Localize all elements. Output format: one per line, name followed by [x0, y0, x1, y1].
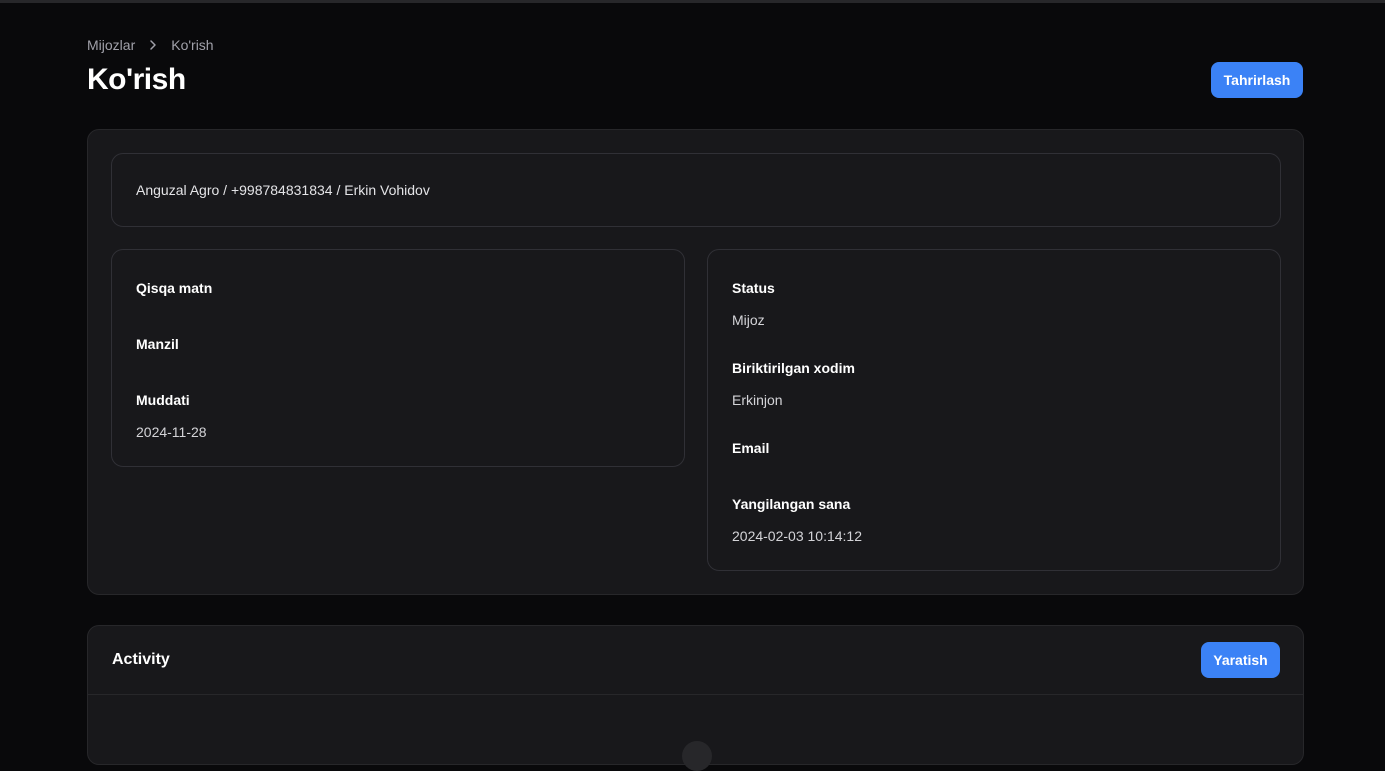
field-value — [136, 366, 179, 386]
field-value — [136, 310, 212, 330]
breadcrumb: Mijozlar Ko'rish — [87, 36, 214, 54]
field-label: Muddati — [136, 392, 190, 408]
field-label: Qisqa matn — [136, 280, 213, 296]
right-info-panel: Status Mijoz Biriktirilgan xodim Erkinjo… — [707, 249, 1281, 571]
left-info-panel: Qisqa matn Manzil Muddati 2024-11-28 — [111, 249, 685, 467]
edit-button[interactable]: Tahrirlash — [1211, 62, 1303, 98]
field-manzil: Manzil — [136, 334, 179, 386]
field-label: Status — [732, 280, 775, 296]
field-value: 2024-02-03 10:14:12 — [732, 528, 862, 544]
activity-card: Activity Yaratish — [87, 625, 1304, 771]
summary-text: Anguzal Agro / +998784831834 / Erkin Voh… — [136, 182, 430, 198]
field-biriktirilgan-xodim: Biriktirilgan xodim Erkinjon — [732, 358, 855, 410]
field-email: Email — [732, 438, 769, 490]
details-card: Anguzal Agro / +998784831834 / Erkin Voh… — [87, 129, 1304, 595]
field-value: 2024-11-28 — [136, 424, 207, 440]
field-status: Status Mijoz — [732, 278, 775, 330]
create-button[interactable]: Yaratish — [1201, 642, 1280, 678]
field-value — [732, 470, 769, 490]
activity-title: Activity — [112, 651, 170, 668]
summary-box: Anguzal Agro / +998784831834 / Erkin Voh… — [111, 153, 1281, 227]
activity-header: Activity Yaratish — [88, 626, 1303, 695]
field-label: Biriktirilgan xodim — [732, 360, 855, 376]
field-label: Manzil — [136, 336, 179, 352]
field-yangilangan-sana: Yangilangan sana 2024-02-03 10:14:12 — [732, 494, 862, 546]
breadcrumb-item-mijozlar[interactable]: Mijozlar — [87, 37, 135, 53]
field-value: Erkinjon — [732, 392, 783, 408]
field-muddati: Muddati 2024-11-28 — [136, 390, 207, 442]
top-bar — [0, 0, 1385, 3]
breadcrumb-item-current: Ko'rish — [171, 37, 214, 53]
field-value: Mijoz — [732, 312, 765, 328]
field-label: Yangilangan sana — [732, 496, 851, 512]
page-title: Ko'rish — [87, 63, 186, 96]
chevron-right-icon — [135, 39, 171, 51]
field-qisqa-matn: Qisqa matn — [136, 278, 212, 330]
field-label: Email — [732, 440, 770, 456]
